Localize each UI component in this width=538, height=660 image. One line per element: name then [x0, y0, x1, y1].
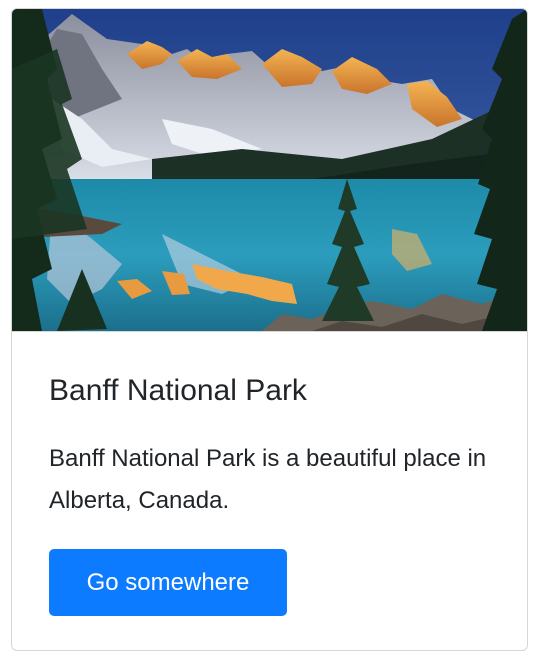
go-somewhere-button[interactable]: Go somewhere	[49, 549, 287, 616]
card-image	[12, 9, 527, 331]
card-text: Banff National Park is a beautiful place…	[49, 445, 487, 514]
card-body: Banff National Park Banff National Park …	[12, 331, 527, 616]
card: Banff National Park Banff National Park …	[11, 8, 528, 651]
card-title: Banff National Park	[49, 374, 307, 407]
